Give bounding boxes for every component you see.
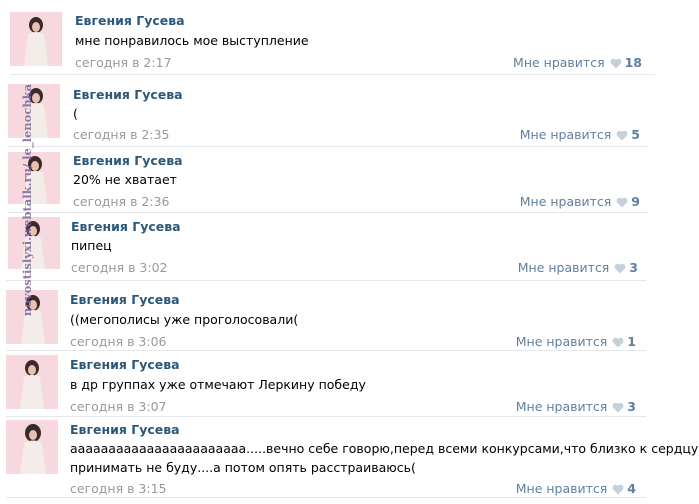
like-button[interactable]: Мне нравится 4 (516, 481, 636, 496)
heart-icon (612, 336, 624, 348)
post-date[interactable]: сегодня в 2:17 (75, 55, 172, 70)
author-name[interactable]: Евгения Гусева (70, 357, 180, 372)
author-name[interactable]: Евгения Гусева (73, 153, 183, 168)
like-button[interactable]: Мне нравится 5 (520, 127, 640, 142)
like-count: 3 (627, 399, 636, 414)
post-date[interactable]: сегодня в 3:06 (70, 334, 167, 349)
like-label: Мне нравится (515, 334, 608, 349)
author-name[interactable]: Евгения Гусева (73, 87, 183, 102)
post-date[interactable]: сегодня в 3:07 (70, 399, 167, 414)
like-label: Мне нравится (515, 481, 608, 496)
post-date[interactable]: сегодня в 2:36 (73, 194, 170, 209)
separator (6, 416, 646, 417)
like-label: Мне нравится (513, 55, 605, 70)
like-count: 5 (631, 127, 640, 142)
post-text: ааааааааааааааааааааааа.....вечно себе г… (70, 441, 699, 456)
like-label: Мне нравится (519, 127, 612, 142)
separator (6, 280, 646, 281)
heart-icon (614, 262, 626, 274)
like-count: 3 (629, 260, 638, 275)
like-button[interactable]: Мне нравится 3 (516, 399, 636, 414)
like-label: Мне нравится (519, 194, 612, 209)
watermark: novostislyxi.webtalk.ru/ le_lenochka (14, 60, 40, 340)
like-count: 1 (627, 334, 636, 349)
heart-icon (616, 196, 628, 208)
post-text: пипец (71, 238, 112, 253)
like-count: 4 (627, 481, 636, 496)
like-button[interactable]: Мне нравится 18 (513, 55, 642, 70)
post-text: ((мегополисы уже проголосовали( (70, 312, 299, 327)
separator (10, 74, 655, 75)
post-text: ( (73, 106, 78, 121)
heart-icon (616, 129, 628, 141)
post-date[interactable]: сегодня в 3:15 (70, 481, 167, 496)
like-count: 9 (631, 194, 640, 209)
avatar[interactable] (6, 355, 58, 409)
post-text: мне понравилось мое выступление (75, 33, 309, 48)
heart-icon (612, 401, 624, 413)
separator (8, 146, 648, 147)
like-label: Мне нравится (517, 260, 610, 275)
like-button[interactable]: Мне нравится 3 (518, 260, 638, 275)
post-text-line2: принимать не буду....а потом опять расст… (70, 460, 416, 475)
like-count: 18 (624, 55, 642, 70)
like-label: Мне нравится (515, 399, 608, 414)
post-date[interactable]: сегодня в 3:02 (71, 260, 168, 275)
avatar[interactable] (6, 420, 58, 474)
author-name[interactable]: Евгения Гусева (75, 13, 185, 28)
separator (8, 212, 648, 213)
post-date[interactable]: сегодня в 2:35 (73, 127, 170, 142)
post-text: в др группах уже отмечают Леркину победу (70, 377, 366, 392)
watermark-text: novostislyxi.webtalk.ru/ le_lenochka (20, 83, 34, 317)
avatar[interactable] (10, 12, 62, 66)
like-button[interactable]: Мне нравится 9 (520, 194, 640, 209)
author-name[interactable]: Евгения Гусева (71, 219, 181, 234)
separator (6, 497, 646, 498)
post-text: 20% не хватает (73, 172, 177, 187)
heart-icon (610, 57, 622, 69)
author-name[interactable]: Евгения Гусева (70, 292, 180, 307)
like-button[interactable]: Мне нравится 1 (516, 334, 636, 349)
separator (6, 350, 646, 351)
heart-icon (612, 483, 624, 495)
author-name[interactable]: Евгения Гусева (70, 422, 180, 437)
